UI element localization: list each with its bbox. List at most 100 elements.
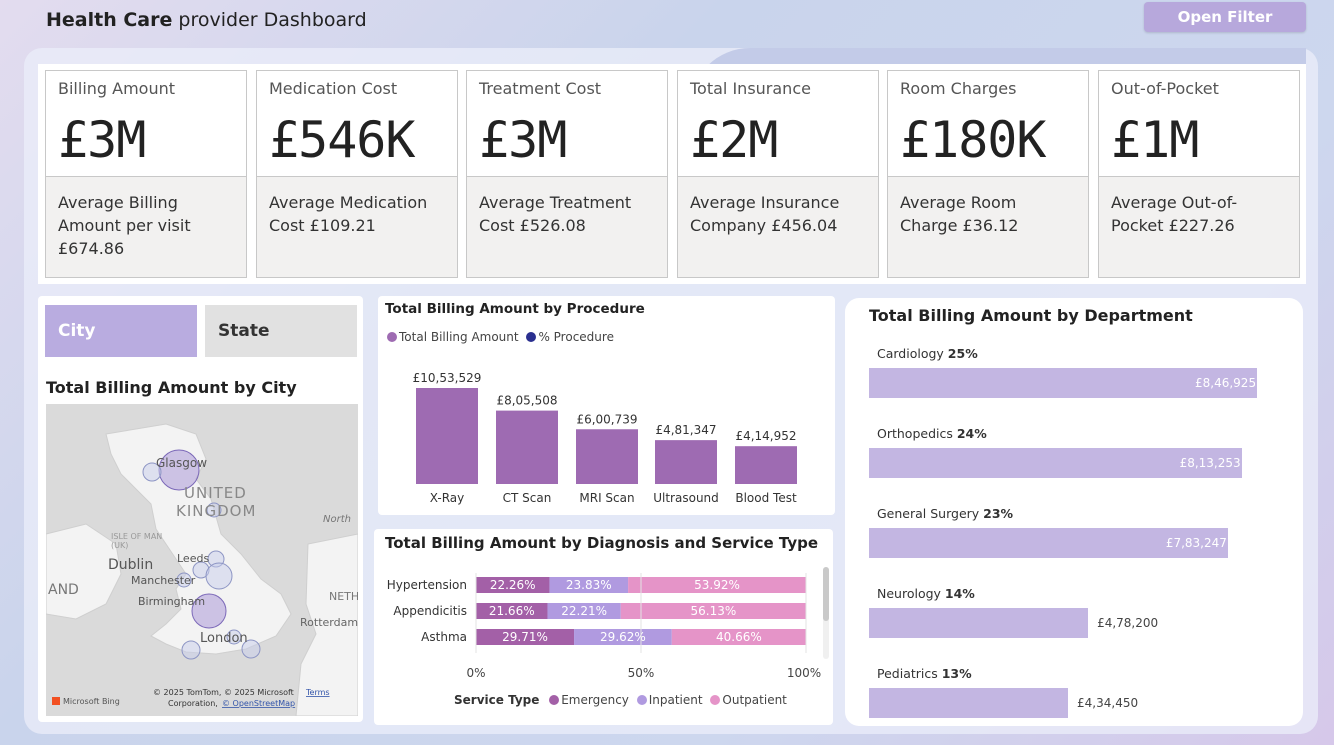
diagnosis-category-label: Appendicitis: [393, 604, 467, 618]
map-label-london: London: [200, 631, 248, 646]
kpi-value: £546K: [269, 111, 416, 169]
kpi-card-billing: Billing Amount £3M Average Billing Amount…: [45, 70, 247, 278]
procedure-bar[interactable]: [416, 388, 478, 484]
department-bar[interactable]: [869, 688, 1069, 718]
department-value-label: £8,46,925: [1195, 376, 1257, 390]
map-label-isle-of-man: ISLE OF MAN: [111, 532, 162, 541]
diagnosis-category-label: Asthma: [421, 630, 467, 644]
city-bubble-sheffield[interactable]: [205, 562, 233, 590]
diagnosis-legend: Service Type Emergency Inpatient Outpati…: [454, 693, 787, 707]
department-percent: 25%: [947, 346, 978, 361]
procedure-chart-panel: Total Billing Amount by Procedure Total …: [378, 296, 835, 515]
diagnosis-segment-label: 53.92%: [694, 578, 740, 592]
department-chart-title: Total Billing Amount by Department: [869, 306, 1193, 325]
kpi-row: Billing Amount £3M Average Billing Amount…: [38, 64, 1306, 284]
kpi-label: Total Insurance: [690, 79, 811, 98]
map-panel: City State Total Billing Amount by City …: [38, 296, 363, 722]
kpi-card-insurance: Total Insurance £2M Average Insurance Com…: [677, 70, 879, 278]
kpi-label: Billing Amount: [58, 79, 176, 98]
diagnosis-segment-label: 22.21%: [561, 604, 607, 618]
kpi-label: Medication Cost: [269, 79, 398, 98]
department-percent: 24%: [956, 426, 987, 441]
map-svg: Glasgow UNITED KINGDOM North ISLE OF MAN…: [46, 404, 358, 716]
bing-label: Microsoft Bing: [63, 697, 120, 706]
city-toggle-button[interactable]: City: [45, 305, 197, 357]
legend-dot-emergency: [549, 695, 560, 705]
diagnosis-scrollbar[interactable]: [823, 567, 829, 659]
department-value-label: £4,78,200: [1097, 616, 1159, 630]
legend-outpatient[interactable]: Outpatient: [722, 693, 786, 707]
department-label: Neurology 14%: [877, 586, 975, 601]
map-osm-link[interactable]: © OpenStreetMap: [222, 699, 295, 708]
diagnosis-chart-panel: Total Billing Amount by Diagnosis and Se…: [374, 529, 833, 725]
department-label: Cardiology 25%: [877, 346, 978, 361]
kpi-subtext: Average Insurance Company £456.04: [678, 177, 878, 277]
state-toggle-button[interactable]: State: [205, 305, 357, 357]
procedure-value-label: £6,00,739: [576, 412, 637, 426]
map-label-leeds: Leeds: [177, 552, 209, 565]
map-label-birmingham: Birmingham: [138, 595, 205, 608]
city-map[interactable]: Glasgow UNITED KINGDOM North ISLE OF MAN…: [46, 404, 358, 716]
diagnosis-x-tick: 50%: [628, 666, 655, 680]
legend-dot-outpatient: [710, 695, 721, 705]
map-label-rotterdam: Rotterdam: [300, 616, 358, 629]
map-copyright-2: Corporation,: [168, 699, 218, 708]
kpi-subtext: Average Billing Amount per visit £674.86: [46, 177, 246, 277]
legend-emergency[interactable]: Emergency: [561, 693, 629, 707]
open-filter-button[interactable]: Open Filter: [1144, 2, 1306, 32]
department-percent: 23%: [983, 506, 1014, 521]
department-value-label: £8,13,253: [1179, 456, 1241, 470]
procedure-value-label: £4,14,952: [735, 429, 796, 443]
kpi-label: Treatment Cost: [479, 79, 602, 98]
legend-inpatient[interactable]: Inpatient: [649, 693, 703, 707]
diagnosis-x-tick: 0%: [466, 666, 485, 680]
procedure-bar[interactable]: [655, 440, 717, 484]
department-percent: 14%: [944, 586, 975, 601]
kpi-label: Out-of-Pocket: [1111, 79, 1219, 98]
title-rest: provider Dashboard: [172, 9, 367, 31]
map-terms-link[interactable]: Terms: [305, 688, 330, 697]
procedure-category-label: Blood Test: [735, 491, 797, 505]
department-bar[interactable]: [869, 608, 1089, 638]
procedure-value-label: £4,81,347: [655, 423, 716, 437]
map-title: Total Billing Amount by City: [46, 378, 297, 397]
procedure-bar[interactable]: [576, 429, 638, 484]
diagnosis-scrollbar-thumb[interactable]: [823, 567, 829, 621]
legend-dot-inpatient: [636, 695, 647, 705]
diagnosis-segment-label: 40.66%: [716, 630, 762, 644]
procedure-category-label: CT Scan: [503, 491, 552, 505]
procedure-value-label: £10,53,529: [413, 371, 482, 385]
page-title: Health Care provider Dashboard: [46, 9, 367, 31]
kpi-card-out-of-pocket: Out-of-Pocket £1M Average Out-of-Pocket £…: [1098, 70, 1300, 278]
kpi-card-treatment: Treatment Cost £3M Average Treatment Cost…: [466, 70, 668, 278]
kpi-value: £180K: [900, 111, 1047, 169]
department-label: Pediatrics 13%: [877, 666, 972, 681]
kpi-value: £3M: [479, 111, 567, 169]
map-label-kingdom: KINGDOM: [176, 502, 256, 520]
map-label-and: AND: [48, 582, 79, 598]
procedure-value-label: £8,05,508: [496, 394, 557, 408]
diagnosis-category-label: Hypertension: [387, 578, 467, 592]
diagnosis-segment-label: 29.71%: [502, 630, 548, 644]
kpi-value: £1M: [1111, 111, 1199, 169]
diagnosis-segment-label: 22.26%: [490, 578, 536, 592]
map-label-dublin: Dublin: [108, 557, 153, 573]
city-bubble-bristol[interactable]: [181, 640, 201, 660]
kpi-value: £2M: [690, 111, 778, 169]
map-label-glasgow: Glasgow: [156, 456, 207, 470]
map-label-neth: NETH: [329, 590, 358, 603]
kpi-subtext: Average Room Charge £36.12: [888, 177, 1088, 277]
map-copyright-1: © 2025 TomTom, © 2025 Microsoft: [153, 688, 294, 697]
kpi-card-room: Room Charges £180K Average Room Charge £3…: [887, 70, 1089, 278]
department-value-label: £4,34,450: [1077, 696, 1139, 710]
department-label: General Surgery 23%: [877, 506, 1014, 521]
procedure-bar[interactable]: [496, 410, 558, 484]
department-chart-panel: Total Billing Amount by Department Cardi…: [845, 298, 1303, 726]
kpi-subtext: Average Medication Cost £109.21: [257, 177, 457, 277]
legend-title: Service Type: [454, 693, 540, 707]
procedure-bar[interactable]: [735, 446, 797, 484]
kpi-subtext: Average Treatment Cost £526.08: [467, 177, 667, 277]
diagnosis-segment-label: 21.66%: [489, 604, 535, 618]
kpi-label: Room Charges: [900, 79, 1017, 98]
department-value-label: £7,83,247: [1165, 536, 1227, 550]
